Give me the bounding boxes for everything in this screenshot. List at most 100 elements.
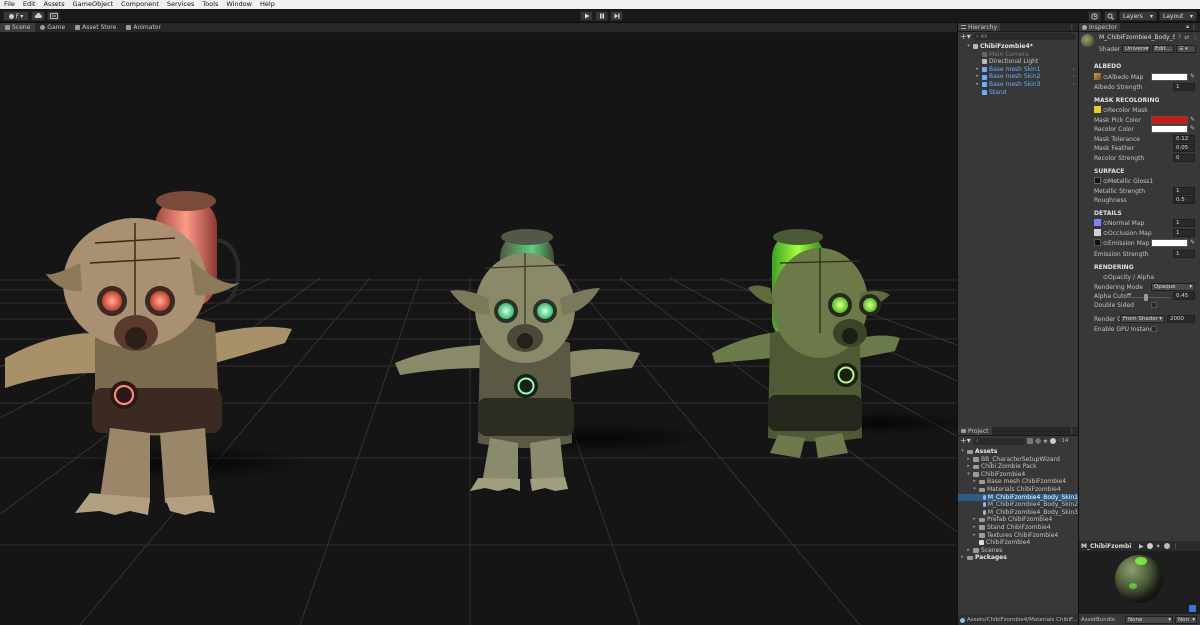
expand-arrow-icon[interactable]: ▸ <box>972 532 977 540</box>
hierarchy-item[interactable]: ▾ ChibiFzombie4* <box>958 43 1078 51</box>
alpha-cutoff-field[interactable]: 0.45 <box>1173 292 1195 300</box>
normal-map-field[interactable]: 1 <box>1173 219 1195 227</box>
hierarchy-item[interactable]: Stand <box>958 89 1078 97</box>
project-item[interactable]: ▾ Assets <box>958 448 1078 456</box>
sphere-icon[interactable] <box>1146 543 1153 549</box>
recolor-color-field[interactable] <box>1151 125 1188 133</box>
project-item[interactable]: ▸ Chibi Zombie Pack <box>958 463 1078 471</box>
project-item[interactable]: ChibiFzombie4 <box>958 539 1078 547</box>
asset-bundle-variant-dropdown[interactable]: Non ▾ <box>1175 615 1197 624</box>
project-item[interactable]: ▾ ChibiFzombie4 <box>958 471 1078 479</box>
expand-arrow-icon[interactable]: ▾ <box>966 43 971 51</box>
visibility-icon[interactable] <box>1050 438 1057 444</box>
project-item[interactable]: ▸ Textures ChibiFzombie4 <box>958 532 1078 540</box>
kebab-icon[interactable]: ⋮ <box>1173 543 1179 550</box>
cloud-button[interactable] <box>31 11 45 21</box>
project-item[interactable]: ▸ Packages <box>958 554 1078 562</box>
emission-map-slot[interactable] <box>1094 239 1101 246</box>
menu-gameobject[interactable]: GameObject <box>69 0 118 9</box>
metallic-strength-field[interactable]: 1 <box>1173 187 1195 195</box>
hierarchy-search-input[interactable]: ⌕ All <box>972 33 1076 40</box>
double-sided-checkbox[interactable] <box>1151 302 1157 308</box>
material-preview[interactable] <box>1079 551 1200 614</box>
menu-edit[interactable]: Edit <box>19 0 40 9</box>
history-button[interactable] <box>1088 11 1101 21</box>
rendering-mode-dropdown[interactable]: Opaque ▾ <box>1151 283 1195 291</box>
expand-arrow-icon[interactable]: ▸ <box>975 81 980 89</box>
project-item[interactable]: M_ChibiFzombie4_Body_Skin2 <box>958 501 1078 509</box>
layout-dropdown[interactable]: Layout ▾ <box>1159 11 1197 21</box>
eyedropper-icon[interactable]: ✎ <box>1190 73 1195 80</box>
favorite-icon[interactable]: ★ <box>1043 438 1048 445</box>
tab-asset-store[interactable]: Asset Store <box>70 23 121 32</box>
project-item[interactable]: M_ChibiFzombie4_Body_Skin3 <box>958 509 1078 517</box>
shader-edit-button[interactable]: Edit... <box>1152 45 1174 53</box>
filter-label-icon[interactable] <box>1034 437 1042 445</box>
normal-map-slot[interactable] <box>1094 219 1101 226</box>
expand-arrow-icon[interactable]: ▸ <box>975 73 980 81</box>
menu-services[interactable]: Services <box>163 0 198 9</box>
shader-dropdown[interactable]: Univers▾ <box>1122 45 1150 53</box>
search-button[interactable] <box>1104 11 1117 21</box>
tab-scene[interactable]: Scene <box>0 23 36 32</box>
expand-arrow-icon[interactable]: ▾ <box>966 471 971 479</box>
menu-component[interactable]: Component <box>117 0 163 9</box>
expand-arrow-icon[interactable]: ▾ <box>960 448 965 456</box>
expand-arrow-icon[interactable]: ▸ <box>972 478 977 486</box>
hierarchy-item[interactable]: ▸ Base mesh Skin1 › <box>958 66 1078 74</box>
expand-arrow-icon[interactable]: ▸ <box>966 463 971 471</box>
alpha-cutoff-slider[interactable] <box>1126 297 1170 298</box>
alpha-cutoff-handle[interactable] <box>1144 294 1148 301</box>
hierarchy-item[interactable]: Directional Light <box>958 58 1078 66</box>
hierarchy-item[interactable]: Main Camera <box>958 51 1078 59</box>
project-item[interactable]: ▸ Prefab ChibiFzombie4 <box>958 516 1078 524</box>
filter-type-icon[interactable] <box>1026 438 1033 444</box>
shader-options-dropdown[interactable]: ☰ ▾ <box>1176 45 1196 53</box>
scene-view[interactable] <box>0 33 957 625</box>
collab-button[interactable] <box>47 11 60 21</box>
preset-icon[interactable]: ⇄ <box>1184 34 1189 41</box>
add-icon[interactable]: +▾ <box>960 437 971 445</box>
pause-button[interactable] <box>595 11 608 21</box>
emission-strength-field[interactable]: 1 <box>1173 250 1195 258</box>
play-icon[interactable]: ▶ <box>1139 543 1144 550</box>
project-item[interactable]: ▸ BB_CharacterSetupWizard <box>958 456 1078 464</box>
asset-bundle-dropdown[interactable]: None ▾ <box>1125 615 1173 624</box>
project-search-input[interactable]: ⌕ <box>972 437 1025 445</box>
add-icon[interactable]: +▾ <box>960 32 971 41</box>
expand-arrow-icon[interactable]: ▸ <box>966 456 971 464</box>
recolor-mask-slot[interactable] <box>1094 106 1101 113</box>
render-queue-dropdown[interactable]: From Shader ▾ <box>1120 315 1165 323</box>
hierarchy-item[interactable]: ▸ Base mesh Skin2 › <box>958 73 1078 81</box>
albedo-map-slot[interactable] <box>1094 73 1101 80</box>
project-item[interactable]: ▾ Materials ChibiFzombie4 <box>958 486 1078 494</box>
expand-arrow-icon[interactable]: ▾ <box>972 486 977 494</box>
mask-feather-field[interactable]: 0.05 <box>1173 144 1195 152</box>
account-dropdown[interactable]: F ▾ <box>3 11 29 21</box>
tab-game[interactable]: Game <box>35 23 70 32</box>
expand-arrow-icon[interactable]: ▸ <box>960 554 965 562</box>
project-item[interactable]: ▸ Base mesh ChibiFzombie4 <box>958 478 1078 486</box>
background-icon[interactable] <box>1163 543 1170 549</box>
emission-color-field[interactable] <box>1151 239 1188 247</box>
kebab-icon[interactable]: ⋮ <box>1192 34 1198 41</box>
render-queue-field[interactable]: 2000 <box>1167 315 1195 323</box>
project-item[interactable]: ▸ Scenes <box>958 547 1078 555</box>
hierarchy-item[interactable]: ▸ Base mesh Skin3 › <box>958 81 1078 89</box>
mask-pick-color-field[interactable] <box>1151 116 1188 124</box>
roughness-field[interactable]: 0.5 <box>1173 196 1195 204</box>
albedo-color-field[interactable] <box>1151 73 1188 81</box>
menu-window[interactable]: Window <box>222 0 256 9</box>
expand-arrow-icon[interactable]: ▸ <box>972 516 977 524</box>
tab-project[interactable]: Project <box>958 427 992 435</box>
menu-tools[interactable]: Tools <box>198 0 222 9</box>
expand-arrow-icon[interactable]: ▸ <box>975 66 980 74</box>
menu-help[interactable]: Help <box>256 0 279 9</box>
kebab-icon[interactable]: ⋮ <box>1191 23 1200 31</box>
tab-inspector[interactable]: Inspector <box>1079 23 1120 31</box>
eyedropper-icon[interactable]: ✎ <box>1190 239 1195 246</box>
occlusion-map-field[interactable]: 1 <box>1173 229 1195 237</box>
layers-dropdown[interactable]: Layers ▾ <box>1119 11 1157 21</box>
tab-hierarchy[interactable]: Hierarchy <box>958 23 1001 31</box>
expand-arrow-icon[interactable]: ▸ <box>966 547 971 555</box>
